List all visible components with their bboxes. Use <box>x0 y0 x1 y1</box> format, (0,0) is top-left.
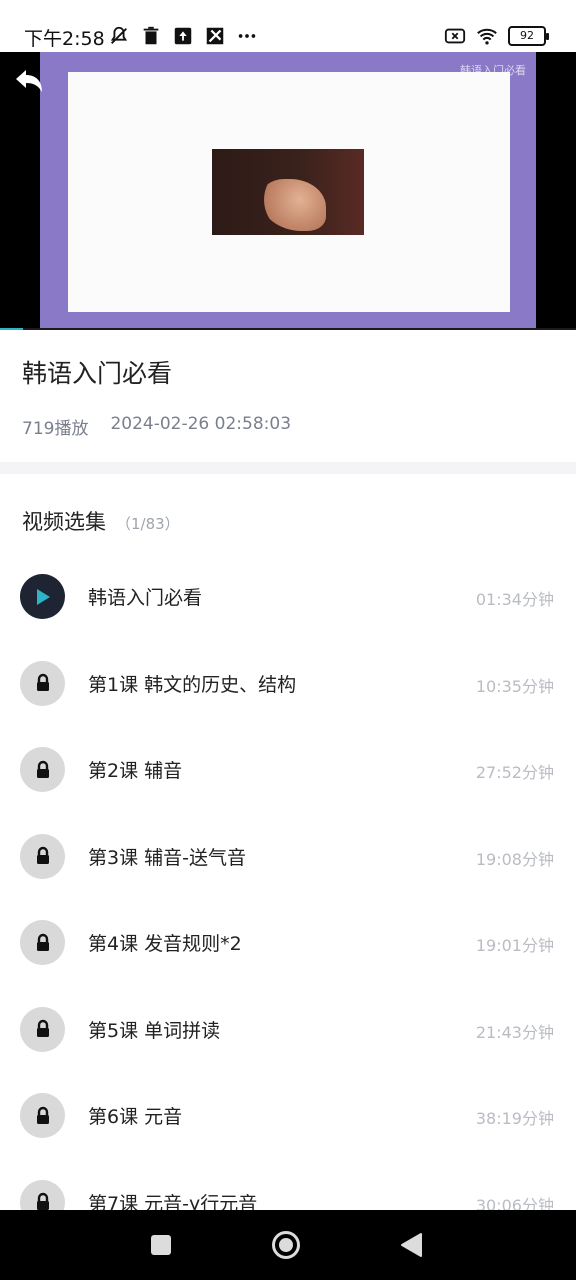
video-info: 韩语入门必看 719播放 2024-02-26 02:58:03 <box>0 330 576 462</box>
episode-duration: 10:35分钟 <box>475 676 554 696</box>
episode-title: 第3课 辅音-送气音 <box>88 846 246 869</box>
episode-row[interactable]: 第4课 发音规则*2 19:01分钟 <box>0 899 576 986</box>
episode-row[interactable]: 第5课 单词拼读 21:43分钟 <box>0 986 576 1073</box>
episode-title: 韩语入门必看 <box>88 587 203 609</box>
video-title: 韩语入门必看 <box>22 359 173 388</box>
status-icons-left <box>108 24 258 48</box>
upload-date: 2024-02-26 02:58:03 <box>110 414 292 434</box>
play-count: 719播放 <box>22 419 89 439</box>
lock-icon <box>20 1006 65 1052</box>
video-meta: 719播放 2024-02-26 02:58:03 <box>22 414 291 439</box>
hand-image <box>260 179 326 231</box>
episode-duration: 21:43分钟 <box>475 1022 554 1042</box>
episode-list: 韩语入门必看 01:34分钟第1课 韩文的历史、结构 10:35分钟第2课 辅音 27… <box>0 553 576 1245</box>
lock-icon <box>20 833 65 879</box>
navigation-bar <box>0 1210 576 1280</box>
episodes-title: 视频选集 <box>22 510 106 534</box>
app-icon <box>206 27 224 45</box>
more-icon <box>238 34 256 38</box>
video-slide <box>68 72 510 312</box>
upload-icon <box>174 27 192 45</box>
video-player[interactable]: 韩语入门必看 <box>0 52 576 330</box>
episode-row[interactable]: 韩语入门必看 01:34分钟 <box>0 553 576 640</box>
lock-icon <box>20 747 65 792</box>
episodes-header: 视频选集 （1/83） <box>22 506 180 538</box>
episode-row[interactable]: 第6课 元音 38:19分钟 <box>0 1072 576 1159</box>
episode-row[interactable]: 第3课 辅音-送气音 19:08分钟 <box>0 813 576 900</box>
lock-icon <box>20 1093 65 1138</box>
status-time: 下午2:58 <box>24 28 105 50</box>
episode-duration: 27:52分钟 <box>475 763 554 782</box>
episode-title: 第1课 韩文的历史、结构 <box>88 673 297 696</box>
mute-icon <box>110 26 128 44</box>
battery-icon: 92 <box>508 26 549 46</box>
lock-icon <box>20 660 65 706</box>
episode-duration: 19:08分钟 <box>475 849 554 869</box>
episode-duration: 38:19分钟 <box>475 1109 554 1128</box>
video-thumbnail <box>212 149 364 235</box>
episode-title: 第5课 单词拼读 <box>88 1019 221 1042</box>
episode-title: 第6课 元音 <box>88 1106 183 1128</box>
episode-title: 第2课 辅音 <box>88 760 183 782</box>
close-box-icon <box>444 28 466 44</box>
section-divider <box>0 462 576 474</box>
episode-duration: 19:01分钟 <box>475 936 554 955</box>
circle-icon <box>272 1231 300 1259</box>
play-icon <box>20 574 65 619</box>
recents-button[interactable] <box>146 1230 176 1260</box>
square-icon <box>151 1235 171 1255</box>
video-frame: 韩语入门必看 <box>40 52 536 330</box>
status-icons-right: 92 <box>444 24 549 48</box>
status-bar: 下午2:58 92 <box>0 0 576 52</box>
home-button[interactable] <box>271 1230 301 1260</box>
episode-row[interactable]: 第1课 韩文的历史、结构 10:35分钟 <box>0 640 576 727</box>
back-button[interactable] <box>396 1230 426 1260</box>
episodes-count: （1/83） <box>116 515 180 533</box>
triangle-back-icon <box>401 1233 422 1257</box>
wifi-icon <box>477 28 497 45</box>
lock-icon <box>20 920 65 965</box>
episode-title: 第4课 发音规则*2 <box>88 933 242 955</box>
episode-duration: 01:34分钟 <box>475 590 554 609</box>
back-arrow-icon[interactable] <box>12 66 46 96</box>
trash-icon <box>143 26 159 45</box>
episode-row[interactable]: 第2课 辅音 27:52分钟 <box>0 726 576 813</box>
